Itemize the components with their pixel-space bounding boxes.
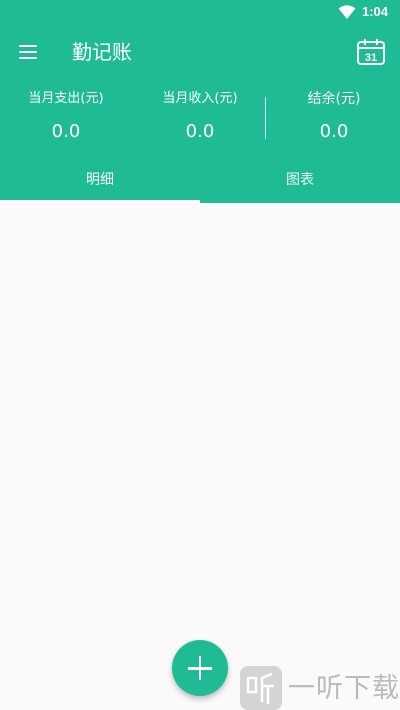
- monthly-income-value: 0.0: [185, 121, 215, 142]
- detail-list[interactable]: [0, 203, 400, 710]
- monthly-income-label: 当月收入(元): [162, 91, 238, 106]
- monthly-expense-label: 当月支出(元): [28, 91, 104, 106]
- monthly-income: 当月收入(元) 0.0: [152, 88, 248, 146]
- monthly-expense-value: 0.0: [51, 121, 81, 142]
- calendar-icon: 31: [357, 39, 385, 65]
- balance-label: 结余(元): [307, 91, 361, 107]
- summary-divider: [265, 97, 266, 139]
- status-bar: 1:04: [0, 0, 400, 24]
- balance: 结余(元) 0.0: [292, 88, 376, 146]
- app-title: 勤记账: [72, 40, 132, 64]
- balance-value: 0.0: [319, 121, 349, 142]
- watermark-text: 一听下载: [288, 673, 400, 704]
- monthly-expense: 当月支出(元) 0.0: [18, 88, 114, 146]
- tab-chart[interactable]: 图表: [200, 158, 400, 202]
- add-record-button[interactable]: [172, 640, 228, 696]
- status-time: 1:04: [362, 4, 389, 19]
- watermark-logo: [240, 666, 282, 710]
- calendar-day: 31: [365, 52, 377, 64]
- wifi-icon: [338, 5, 356, 19]
- watermark: 一听下载: [240, 666, 400, 710]
- calendar-button[interactable]: 31: [356, 38, 386, 66]
- app-header: 1:04 勤记账 31 当月支出(元) 0.0 当月收入(元) 0.0 结余(元…: [0, 0, 400, 203]
- menu-button[interactable]: [14, 38, 42, 66]
- tab-detail[interactable]: 明细: [0, 158, 200, 202]
